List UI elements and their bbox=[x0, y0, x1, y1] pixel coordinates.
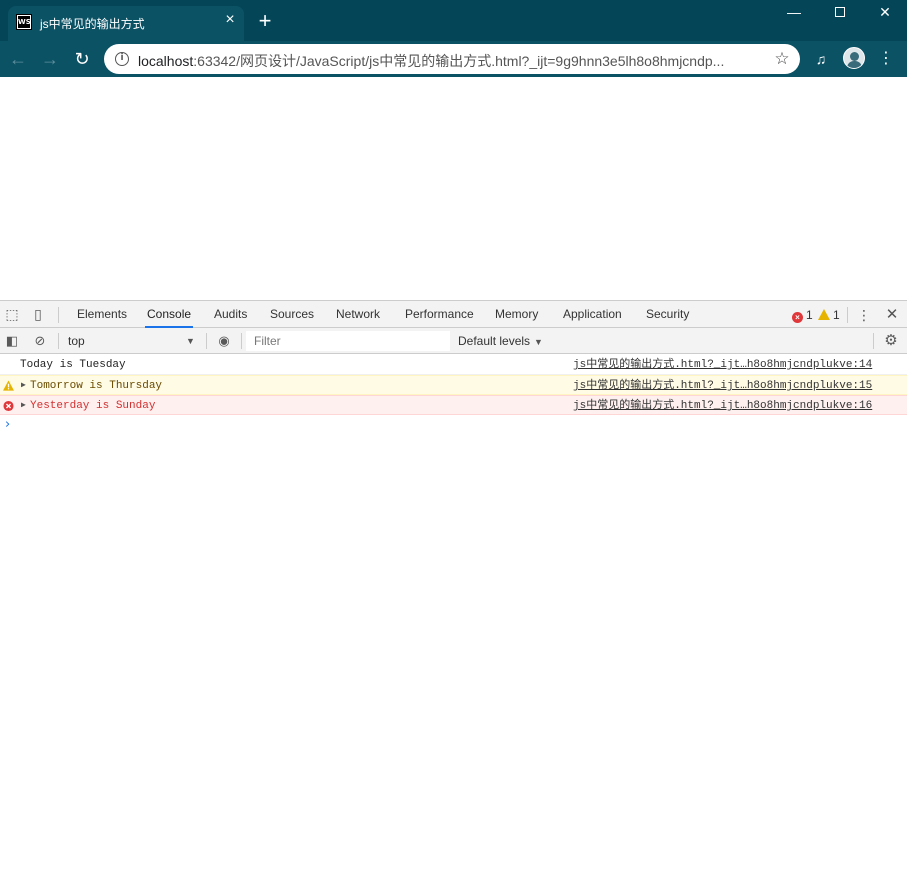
minimize-icon[interactable]: — bbox=[771, 0, 817, 26]
inspect-element-icon[interactable]: ⬚ bbox=[4, 306, 20, 322]
message-source-link[interactable]: js中常见的输出方式.html?_ijt…h8o8hmjcndplukve:15 bbox=[573, 376, 872, 396]
devtools-menu-icon[interactable]: ⋮ bbox=[857, 306, 871, 324]
site-info-icon[interactable]: i bbox=[115, 52, 129, 66]
devtools-panel: ⬚ ▯ Elements Console Audits Sources Netw… bbox=[0, 300, 907, 893]
webstorm-favicon-icon: WS bbox=[16, 14, 32, 30]
back-arrow-icon[interactable]: ← bbox=[8, 49, 28, 69]
live-expression-eye-icon[interactable]: ◉ bbox=[216, 333, 232, 349]
console-settings-gear-icon[interactable]: ⚙ bbox=[883, 333, 899, 349]
console-filter-input[interactable] bbox=[246, 331, 450, 351]
tab-audits[interactable]: Audits bbox=[212, 301, 249, 328]
warning-icon bbox=[3, 380, 14, 391]
browser-toolbar: ← → ↻ i localhost:63342/网页设计/JavaScript/… bbox=[0, 41, 907, 77]
media-controls-icon[interactable]: ♫ bbox=[812, 50, 830, 68]
console-output: Today is Tuesday js中常见的输出方式.html?_ijt…h8… bbox=[0, 355, 907, 435]
tab-elements[interactable]: Elements bbox=[75, 301, 129, 328]
close-icon[interactable]: ✕ bbox=[862, 0, 907, 26]
message-text: Today is Tuesday bbox=[20, 359, 126, 371]
log-levels-dropdown[interactable]: Default levels ▼ bbox=[458, 332, 543, 350]
browser-tab[interactable]: WS js中常见的输出方式 × bbox=[8, 6, 244, 41]
warning-count-badge[interactable]: 1 bbox=[818, 308, 840, 322]
context-selector[interactable]: top bbox=[62, 332, 202, 350]
message-source-link[interactable]: js中常见的输出方式.html?_ijt…h8o8hmjcndplukve:16 bbox=[573, 396, 872, 416]
devtools-tab-bar: ⬚ ▯ Elements Console Audits Sources Netw… bbox=[0, 300, 907, 328]
message-text: Tomorrow is Thursday bbox=[30, 380, 163, 392]
address-bar[interactable]: i localhost:63342/网页设计/JavaScript/js中常见的… bbox=[104, 44, 800, 74]
url-text[interactable]: localhost:63342/网页设计/JavaScript/js中常见的输出… bbox=[138, 51, 763, 71]
tab-network[interactable]: Network bbox=[334, 301, 382, 328]
console-message-error[interactable]: ▶ Yesterday is Sunday js中常见的输出方式.html?_i… bbox=[0, 395, 907, 415]
browser-menu-icon[interactable]: ⋮ bbox=[878, 49, 894, 69]
expand-arrow-icon[interactable]: ▶ bbox=[21, 376, 26, 396]
tab-close-icon[interactable]: × bbox=[222, 12, 238, 28]
tab-security[interactable]: Security bbox=[644, 301, 691, 328]
console-filter-bar: ◧ ⊘ top ▼ ◉ Default levels▼ ⚙ bbox=[0, 328, 907, 354]
error-count-badge[interactable]: × 1 bbox=[792, 308, 813, 323]
message-source-link[interactable]: js中常见的输出方式.html?_ijt…h8o8hmjcndplukve:14 bbox=[573, 355, 872, 375]
page-viewport bbox=[0, 77, 907, 300]
tab-sources[interactable]: Sources bbox=[268, 301, 316, 328]
forward-arrow-icon[interactable]: → bbox=[40, 49, 60, 69]
tab-performance[interactable]: Performance bbox=[403, 301, 476, 328]
clear-console-icon[interactable]: ⊘ bbox=[32, 333, 48, 349]
levels-dropdown-icon: ▼ bbox=[534, 337, 543, 347]
devtools-close-icon[interactable]: ✕ bbox=[884, 306, 900, 324]
console-sidebar-icon[interactable]: ◧ bbox=[4, 333, 20, 349]
tab-console[interactable]: Console bbox=[145, 301, 194, 328]
title-bar: WS js中常见的输出方式 × + — ✕ bbox=[0, 0, 907, 41]
reload-icon[interactable]: ↻ bbox=[72, 49, 92, 69]
warning-icon bbox=[818, 309, 830, 320]
tab-application[interactable]: Application bbox=[561, 301, 624, 328]
context-dropdown-icon[interactable]: ▼ bbox=[186, 332, 195, 350]
expand-arrow-icon[interactable]: ▶ bbox=[21, 396, 26, 416]
prompt-chevron-icon: › bbox=[5, 417, 11, 432]
maximize-icon[interactable] bbox=[817, 0, 863, 26]
console-prompt[interactable]: › bbox=[0, 415, 907, 435]
bookmark-star-icon[interactable]: ☆ bbox=[772, 49, 792, 69]
tab-title: js中常见的输出方式 bbox=[40, 17, 145, 31]
message-text: Yesterday is Sunday bbox=[30, 400, 156, 412]
tab-memory[interactable]: Memory bbox=[493, 301, 540, 328]
error-icon: × bbox=[792, 312, 803, 323]
device-toolbar-icon[interactable]: ▯ bbox=[30, 306, 46, 322]
console-message-log: Today is Tuesday js中常见的输出方式.html?_ijt…h8… bbox=[0, 355, 907, 375]
console-message-warning[interactable]: ▶ Tomorrow is Thursday js中常见的输出方式.html?_… bbox=[0, 375, 907, 395]
profile-avatar[interactable] bbox=[843, 47, 865, 69]
error-icon bbox=[3, 400, 14, 412]
new-tab-button[interactable]: + bbox=[255, 10, 275, 32]
